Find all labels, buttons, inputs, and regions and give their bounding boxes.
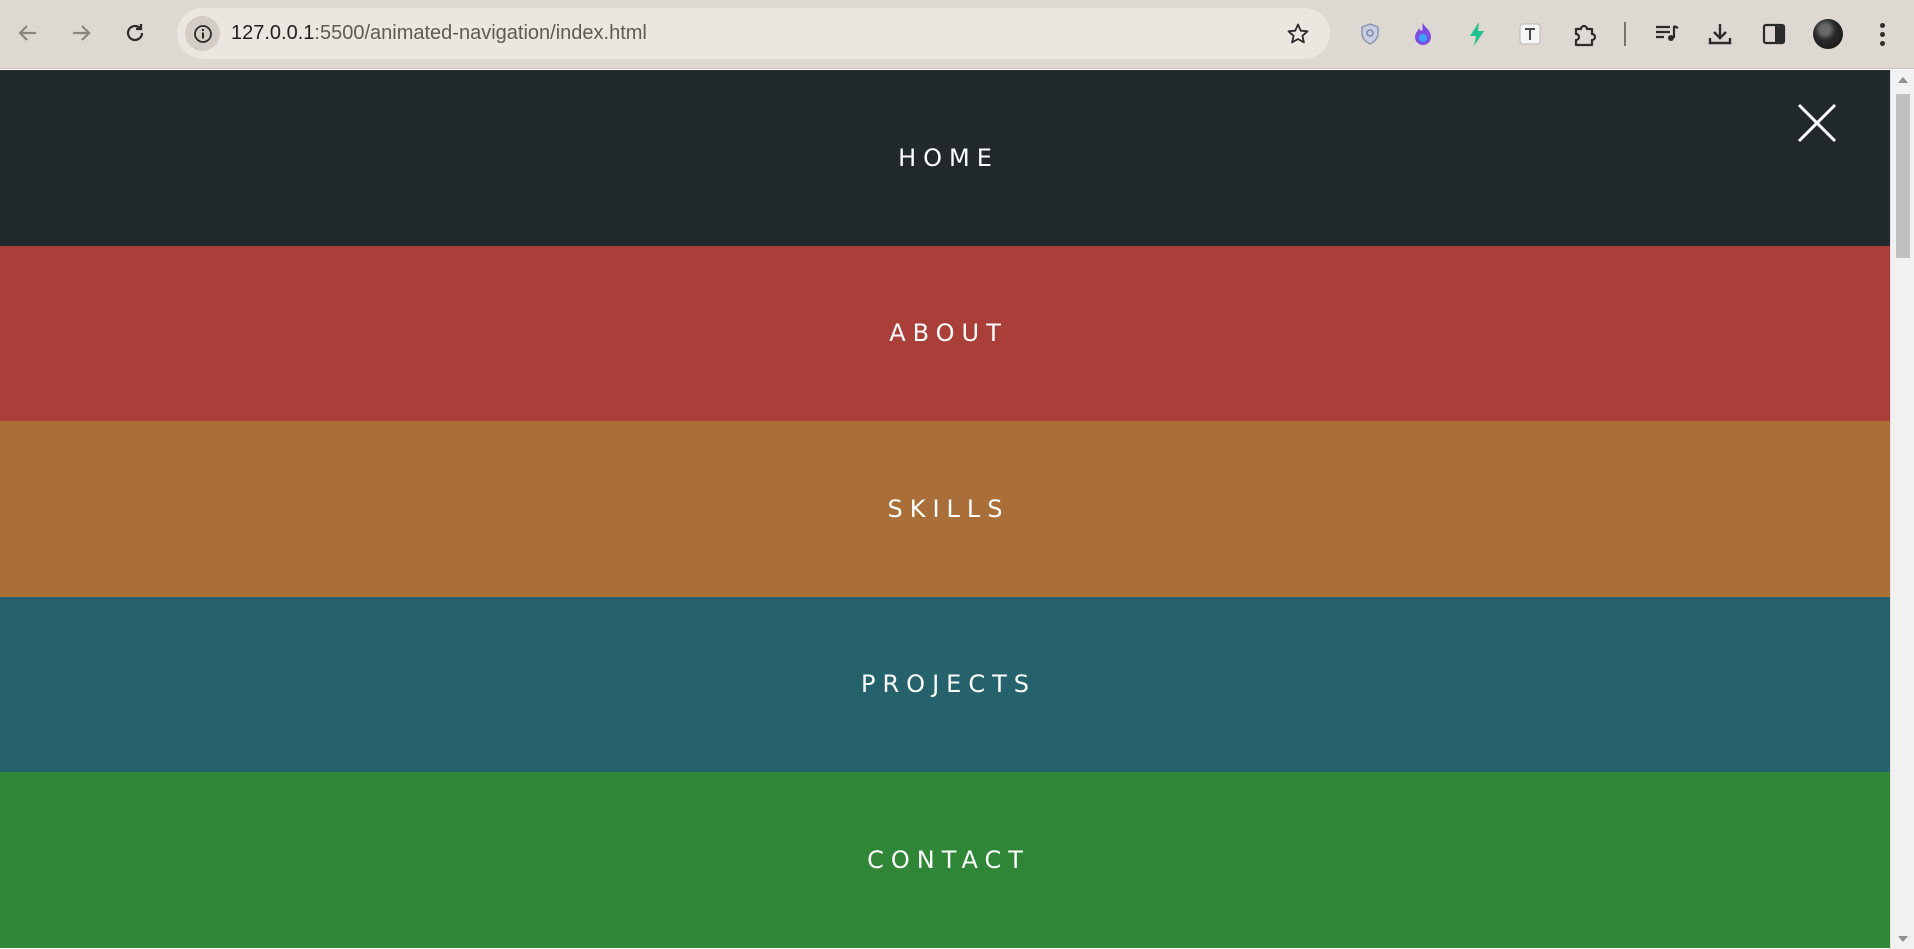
text-extension-icon bbox=[1519, 23, 1541, 45]
arrow-right-icon bbox=[73, 25, 91, 41]
back-button[interactable] bbox=[8, 13, 48, 53]
bookmark-button[interactable] bbox=[1284, 20, 1312, 48]
shield-extension-icon bbox=[1361, 23, 1379, 45]
close-menu-button[interactable] bbox=[1793, 99, 1841, 147]
nav-item-label: HOME bbox=[898, 143, 999, 172]
nav-item-label: PROJECTS bbox=[861, 670, 1036, 699]
close-icon bbox=[1797, 103, 1837, 143]
url-host: 127.0.0.1 bbox=[231, 22, 315, 44]
extensions-button[interactable] bbox=[1568, 17, 1602, 51]
avatar[interactable] bbox=[1813, 19, 1843, 49]
side-panel-button[interactable] bbox=[1757, 17, 1791, 51]
page-viewport: HOME ABOUT SKILLS PROJECTS CONTACT bbox=[0, 70, 1890, 949]
text-extension-button[interactable] bbox=[1513, 17, 1547, 51]
side-panel-icon bbox=[1762, 23, 1786, 45]
media-queue-icon bbox=[1656, 25, 1679, 41]
nav-item-label: SKILLS bbox=[887, 494, 1010, 523]
nav-item-label: CONTACT bbox=[867, 845, 1030, 874]
scroll-thumb[interactable] bbox=[1896, 94, 1910, 258]
shield-extension-button[interactable] bbox=[1353, 17, 1387, 51]
url-path: :5500/animated-navigation/index.html bbox=[314, 22, 647, 44]
nav-item-home[interactable]: HOME bbox=[0, 70, 1890, 246]
star-icon bbox=[1287, 23, 1309, 44]
fullscreen-nav: HOME ABOUT SKILLS PROJECTS CONTACT bbox=[0, 70, 1890, 948]
info-icon bbox=[193, 24, 212, 43]
bolt-extension-icon bbox=[1470, 22, 1484, 46]
flame-extension-button[interactable] bbox=[1406, 17, 1440, 51]
arrow-left-icon bbox=[18, 25, 36, 41]
reload-icon bbox=[126, 24, 144, 42]
kebab-menu-icon[interactable] bbox=[1870, 17, 1894, 51]
forward-button[interactable] bbox=[61, 13, 101, 53]
scroll-down-arrow[interactable] bbox=[1891, 929, 1914, 949]
nav-item-skills[interactable]: SKILLS bbox=[0, 421, 1890, 597]
download-icon bbox=[1708, 24, 1732, 45]
toolbar-divider bbox=[1624, 22, 1626, 46]
flame-extension-icon bbox=[1415, 23, 1431, 45]
url-text[interactable]: 127.0.0.1:5500/animated-navigation/index… bbox=[231, 8, 647, 59]
nav-item-label: ABOUT bbox=[889, 319, 1008, 348]
reload-button[interactable] bbox=[115, 13, 155, 53]
browser-toolbar: 127.0.0.1:5500/animated-navigation/index… bbox=[0, 0, 1914, 69]
site-info-button[interactable] bbox=[185, 16, 220, 51]
nav-item-contact[interactable]: CONTACT bbox=[0, 772, 1890, 948]
vertical-scrollbar[interactable] bbox=[1890, 70, 1914, 949]
scroll-up-arrow[interactable] bbox=[1891, 70, 1914, 90]
nav-item-about[interactable]: ABOUT bbox=[0, 245, 1890, 421]
address-bar[interactable]: 127.0.0.1:5500/animated-navigation/index… bbox=[177, 8, 1330, 59]
nav-item-projects[interactable]: PROJECTS bbox=[0, 596, 1890, 772]
puzzle-icon bbox=[1574, 24, 1597, 47]
bolt-extension-button[interactable] bbox=[1460, 17, 1494, 51]
downloads-button[interactable] bbox=[1703, 17, 1737, 51]
media-control-button[interactable] bbox=[1650, 17, 1684, 51]
